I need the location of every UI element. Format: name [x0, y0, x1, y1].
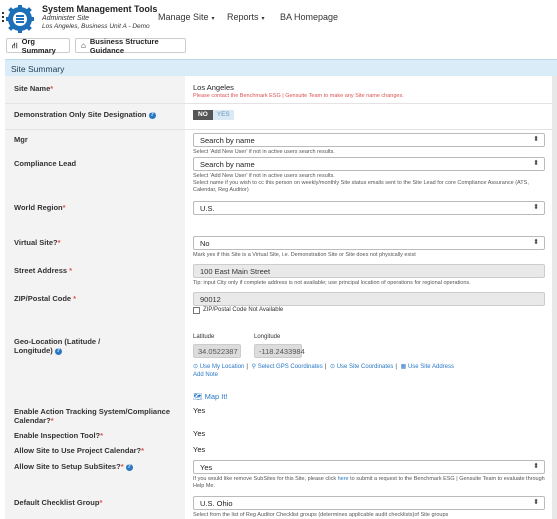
checklist-select[interactable]: U.S. Ohio ⬍: [193, 496, 545, 510]
mgr-select[interactable]: Search by name ⬍: [193, 133, 545, 147]
longitude-label: Longitude: [254, 334, 281, 340]
sort-arrows-icon: ⬍: [533, 136, 539, 143]
business-structure-button[interactable]: ⌂ Business Structure Guidance: [75, 36, 186, 55]
business-structure-label: Business Structure Guidance: [89, 36, 159, 55]
app-header: System Management Tools Administer Site …: [0, 0, 557, 34]
latitude-field[interactable]: 34.0522387: [193, 344, 241, 358]
street-address-label: Street Address *: [14, 266, 73, 275]
world-region-select-value: U.S.: [200, 204, 215, 213]
zip-not-available-label: ZIP/Postal Code Not Available: [203, 307, 284, 313]
virtual-site-select[interactable]: No ⬍: [193, 236, 545, 250]
nav-ba-homepage-label: BA Homepage: [280, 12, 339, 22]
site-name-note: Please contact the Benchmark ESG | Gensu…: [193, 93, 404, 99]
subsites-select[interactable]: Yes ⬍: [193, 460, 545, 474]
toggle-no[interactable]: NO: [193, 110, 213, 120]
map-icon: 🗺: [193, 392, 203, 401]
street-address-hint: Tip: input City only if complete address…: [193, 280, 471, 286]
site-summary-header: Site Summary: [5, 59, 557, 76]
scrollbar-track[interactable]: [552, 76, 557, 519]
org-summary-button[interactable]: ⛙ Org Summary: [6, 36, 70, 55]
checklist-label: Default Checklist Group*: [14, 498, 103, 507]
app-subtitle: Administer Site: [42, 15, 90, 22]
zip-field[interactable]: 90012: [193, 292, 545, 306]
map-it-link[interactable]: 🗺 Map It!: [193, 392, 228, 401]
gear-logo-icon[interactable]: [6, 5, 34, 33]
compliance-lead-select-value: Search by name: [200, 160, 255, 169]
sort-arrows-icon: ⬍: [533, 204, 539, 211]
target-icon: ⊙: [329, 364, 336, 370]
latitude-label: Latitude: [193, 334, 215, 340]
help-icon[interactable]: ?: [148, 111, 156, 119]
org-chart-icon: ⛙: [12, 40, 18, 50]
use-my-location-link[interactable]: Use My Location: [200, 364, 245, 370]
world-region-label: World Region*: [14, 203, 66, 212]
nav-reports-label: Reports: [227, 12, 259, 22]
compliance-lead-hint: Select 'Add New User' if not in active u…: [193, 173, 335, 179]
use-site-address-link[interactable]: Use Site Address: [408, 364, 454, 370]
app-title: System Management Tools: [42, 4, 158, 14]
sort-arrows-icon: ⬍: [533, 160, 539, 167]
action-tracking-label: Enable Action Tracking System/Compliance…: [14, 407, 171, 425]
map-it-label: Map It!: [204, 392, 228, 401]
compliance-lead-select[interactable]: Search by name ⬍: [193, 157, 545, 171]
sort-arrows-icon: ⬍: [533, 499, 539, 506]
mgr-label: Mgr: [14, 135, 28, 144]
toggle-yes[interactable]: YES: [212, 110, 234, 120]
zip-not-available-checkbox[interactable]: [193, 307, 200, 314]
nav-ba-homepage[interactable]: BA Homepage: [280, 12, 338, 22]
row-divider: [5, 103, 552, 104]
sort-arrows-icon: ⬍: [533, 463, 539, 470]
nav-manage-site[interactable]: Manage Site ▾: [158, 12, 215, 22]
add-note-link[interactable]: Add Note: [193, 372, 218, 378]
project-calendar-value: Yes: [193, 445, 206, 454]
compliance-lead-label: Compliance Lead: [14, 159, 77, 168]
subsites-hint: If you would like remove SubSites for th…: [193, 476, 545, 489]
select-gps-link[interactable]: Select GPS Coordinates: [258, 364, 323, 370]
menu-handle-icon[interactable]: [2, 12, 5, 24]
row-divider: [5, 129, 552, 130]
geo-links: ⊙ Use My Location | ⚲ Select GPS Coordina…: [193, 364, 454, 370]
action-tracking-value: Yes: [193, 406, 206, 415]
mgr-select-value: Search by name: [200, 136, 255, 145]
checklist-select-value: U.S. Ohio: [200, 499, 233, 508]
sort-arrows-icon: ⬍: [533, 239, 539, 246]
nav-reports[interactable]: Reports ▾: [227, 12, 265, 22]
world-region-select[interactable]: U.S. ⬍: [193, 201, 545, 215]
chevron-down-icon: ▾: [261, 16, 265, 22]
use-site-coords-link[interactable]: Use Site Coordinates: [337, 364, 394, 370]
virtual-site-label: Virtual Site?*: [14, 238, 61, 247]
longitude-field[interactable]: -118.2433984: [254, 344, 305, 358]
zip-label: ZIP/Postal Code *: [14, 294, 77, 303]
building-icon: ⌂: [81, 41, 86, 50]
street-address-field[interactable]: 100 East Main Street: [193, 264, 545, 278]
inspection-label: Enable Inspection Tool?*: [14, 431, 104, 440]
checklist-hint: Select from the list of Reg Auditor Chec…: [193, 512, 449, 518]
section-title: Site Summary: [11, 64, 65, 74]
virtual-site-hint: Mark yes if this Site is a Virtual Site,…: [193, 252, 416, 258]
chevron-down-icon: ▾: [211, 16, 215, 22]
demo-site-toggle[interactable]: NO YES: [193, 110, 234, 120]
help-icon[interactable]: ?: [54, 347, 62, 355]
subsites-here-link[interactable]: here: [338, 476, 349, 482]
project-calendar-label: Allow Site to Use Project Calendar?*: [14, 446, 145, 455]
target-icon: ⊙: [193, 364, 199, 370]
map-pin-icon: ⚲: [251, 364, 257, 370]
building-icon: ▦: [400, 364, 407, 370]
site-name-value: Los Angeles: [193, 83, 234, 92]
site-name-label: Site Name*: [14, 84, 54, 93]
help-icon[interactable]: ?: [125, 463, 133, 471]
subsites-select-value: Yes: [200, 463, 213, 472]
virtual-site-select-value: No: [200, 239, 210, 248]
org-summary-label: Org Summary: [21, 36, 56, 55]
subsites-label: Allow Site to Setup SubSites?*?: [14, 462, 133, 471]
geo-location-label: Geo-Location (Latitude / Longitude)?: [14, 337, 101, 355]
inspection-value: Yes: [193, 429, 206, 438]
demo-site-label: Demonstration Only Site Designation?: [14, 110, 156, 119]
nav-manage-site-label: Manage Site: [158, 12, 209, 22]
site-location: Los Angeles, Business Unit A - Demo: [42, 23, 150, 30]
compliance-lead-hint-2: Select name if you wish to cc this perso…: [193, 180, 529, 193]
mgr-hint: Select 'Add New User' if not in active u…: [193, 149, 335, 155]
